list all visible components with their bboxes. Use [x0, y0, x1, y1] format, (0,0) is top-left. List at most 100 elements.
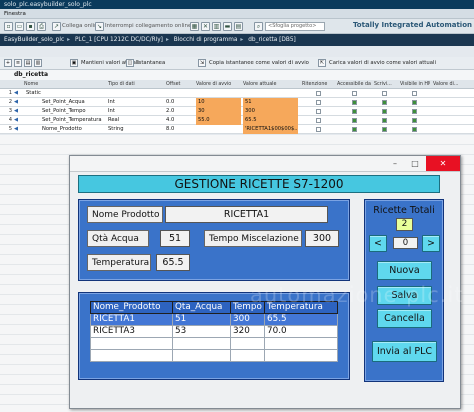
- go-offline-icon[interactable]: ↘: [95, 22, 104, 31]
- col-actual-value[interactable]: Valore attuale: [243, 80, 298, 89]
- checkbox[interactable]: [382, 127, 387, 132]
- maximize-icon[interactable]: □: [406, 156, 424, 171]
- save-icon[interactable]: ▪: [26, 22, 35, 31]
- header-temperature[interactable]: Temperatura: [264, 301, 338, 314]
- cell-actual-value[interactable]: 300: [243, 107, 298, 116]
- table-row[interactable]: 1 ◀ Static: [0, 89, 474, 98]
- snapshot-icon[interactable]: ◫: [126, 59, 134, 67]
- close-icon[interactable]: ✕: [426, 156, 460, 171]
- product-name-field[interactable]: RICETTA1: [165, 206, 328, 223]
- cross-reference-icon[interactable]: ✕: [201, 22, 210, 31]
- cell-start-value[interactable]: 30: [196, 107, 241, 116]
- keep-actual-icon[interactable]: ▣: [70, 59, 78, 67]
- checkbox[interactable]: [352, 100, 357, 105]
- checkbox[interactable]: [316, 109, 321, 114]
- load-start-button[interactable]: Carica valori di avvio come valori attua…: [329, 57, 436, 70]
- table-row[interactable]: [90, 337, 338, 350]
- breadcrumb-plc[interactable]: PLC_1 [CPU 1212C DC/DC/Rly]: [75, 37, 163, 43]
- checkbox[interactable]: [316, 100, 321, 105]
- cell-start-value[interactable]: [196, 125, 241, 134]
- checkbox[interactable]: [316, 127, 321, 132]
- menu-item-window[interactable]: Finestra: [4, 11, 26, 17]
- table-row[interactable]: [90, 349, 338, 362]
- col-hmi-access[interactable]: Accessibile da HMI: [337, 80, 371, 89]
- cell-actual-value[interactable]: 'RICETTA1$00$00$...: [243, 125, 298, 134]
- open-icon[interactable]: ▭: [15, 22, 24, 31]
- cell-type[interactable]: Int: [108, 107, 163, 116]
- next-recipe-button[interactable]: >: [422, 235, 440, 252]
- col-offset[interactable]: Offset: [166, 80, 194, 89]
- new-project-icon[interactable]: ▫: [4, 22, 13, 31]
- cell-type[interactable]: Int: [108, 98, 163, 107]
- send-to-plc-button[interactable]: Invia al PLC: [372, 341, 437, 362]
- header-product[interactable]: Nome_Prodotto: [90, 301, 173, 314]
- cell-start-value[interactable]: 10: [196, 98, 241, 107]
- new-recipe-button[interactable]: Nuova: [377, 261, 432, 280]
- checkbox[interactable]: [352, 127, 357, 132]
- checkbox[interactable]: [352, 109, 357, 114]
- minimize-editor-icon[interactable]: ▬: [223, 22, 232, 31]
- checkbox[interactable]: [316, 91, 321, 96]
- checkbox[interactable]: [412, 109, 417, 114]
- checkbox[interactable]: [412, 91, 417, 96]
- cell-start-value[interactable]: 55.0: [196, 116, 241, 125]
- prev-recipe-button[interactable]: <: [369, 235, 387, 252]
- recipe-index-field[interactable]: 0: [393, 237, 418, 249]
- col-writable[interactable]: Scrivi...: [374, 80, 398, 89]
- col-type[interactable]: Tipo di dati: [108, 80, 163, 89]
- col-retain[interactable]: Ritenzione: [302, 80, 334, 89]
- collapse-icon[interactable]: ▥: [34, 59, 42, 67]
- copy-snapshot-icon[interactable]: ⇲: [198, 59, 206, 67]
- breadcrumb-db[interactable]: db_ricetta [DB5]: [248, 37, 296, 43]
- table-row[interactable]: 2 ◀ Set_Point_Acqua Int 0.0 10 51: [0, 98, 474, 107]
- breadcrumb-project[interactable]: EasyBuilder_solo_plc: [4, 37, 64, 43]
- checkbox[interactable]: [412, 127, 417, 132]
- cell-type[interactable]: [108, 89, 163, 98]
- checkbox[interactable]: [412, 118, 417, 123]
- cell-name[interactable]: Static: [26, 89, 106, 98]
- checkbox[interactable]: [382, 118, 387, 123]
- col-hmi-visible[interactable]: Visibile in HMI: [400, 80, 430, 89]
- go-offline-button[interactable]: Interrompi collegamento online: [105, 19, 191, 34]
- load-start-icon[interactable]: ⇱: [318, 59, 326, 67]
- split-view-icon[interactable]: ▥: [212, 22, 221, 31]
- delete-recipe-button[interactable]: Cancella: [377, 309, 432, 328]
- cell-actual-value[interactable]: [243, 89, 298, 98]
- checkbox[interactable]: [412, 100, 417, 105]
- col-start-value[interactable]: Valore di avvio: [196, 80, 241, 89]
- cell-type[interactable]: String: [108, 125, 163, 134]
- compare-icon[interactable]: ▦: [190, 22, 199, 31]
- save-recipe-button[interactable]: Salva: [377, 286, 432, 305]
- temperature-field[interactable]: 65.5: [156, 254, 190, 271]
- cell-actual-value[interactable]: 51: [243, 98, 298, 107]
- mix-time-field[interactable]: 300: [305, 230, 339, 247]
- breadcrumb-program-blocks[interactable]: Blocchi di programma: [174, 37, 238, 43]
- cell-name[interactable]: Set_Point_Temperatura: [42, 116, 106, 125]
- checkbox[interactable]: [382, 91, 387, 96]
- checkbox[interactable]: [316, 118, 321, 123]
- copy-snapshot-button[interactable]: Copia istantanee come valori di avvio: [209, 57, 309, 70]
- print-icon[interactable]: ⎙: [37, 22, 46, 31]
- window-layout-icon[interactable]: ▤: [234, 22, 243, 31]
- col-name[interactable]: Nome: [24, 80, 104, 89]
- header-water[interactable]: Qta_Acqua: [172, 301, 231, 314]
- insert-row-icon[interactable]: +: [4, 59, 12, 67]
- search-icon[interactable]: ⌕: [254, 22, 263, 31]
- snapshot-button[interactable]: Istantanea: [137, 57, 165, 70]
- expand-icon[interactable]: ▤: [24, 59, 32, 67]
- checkbox[interactable]: [382, 100, 387, 105]
- cell-type[interactable]: Real: [108, 116, 163, 125]
- header-time[interactable]: Tempo: [230, 301, 265, 314]
- table-row[interactable]: RICETTA3 53 320 70.0: [90, 325, 338, 338]
- checkbox[interactable]: [382, 109, 387, 114]
- water-qty-field[interactable]: 51: [160, 230, 190, 247]
- cell-name[interactable]: Set_Point_Tempo: [42, 107, 106, 116]
- table-row[interactable]: 5 ◀ Nome_Prodotto String 8.0 'RICETTA1$00$00$…: [0, 125, 474, 134]
- minimize-icon[interactable]: –: [386, 156, 404, 171]
- cell-actual-value[interactable]: 65.5: [243, 116, 298, 125]
- cell-start-value[interactable]: [196, 89, 241, 98]
- project-search-input[interactable]: <Sfoglia progetto>: [265, 22, 325, 31]
- checkbox[interactable]: [352, 91, 357, 96]
- table-row[interactable]: 3 ◀ Set_Point_Tempo Int 2.0 30 300: [0, 107, 474, 116]
- table-row[interactable]: RICETTA1 51 300 65.5: [90, 313, 338, 326]
